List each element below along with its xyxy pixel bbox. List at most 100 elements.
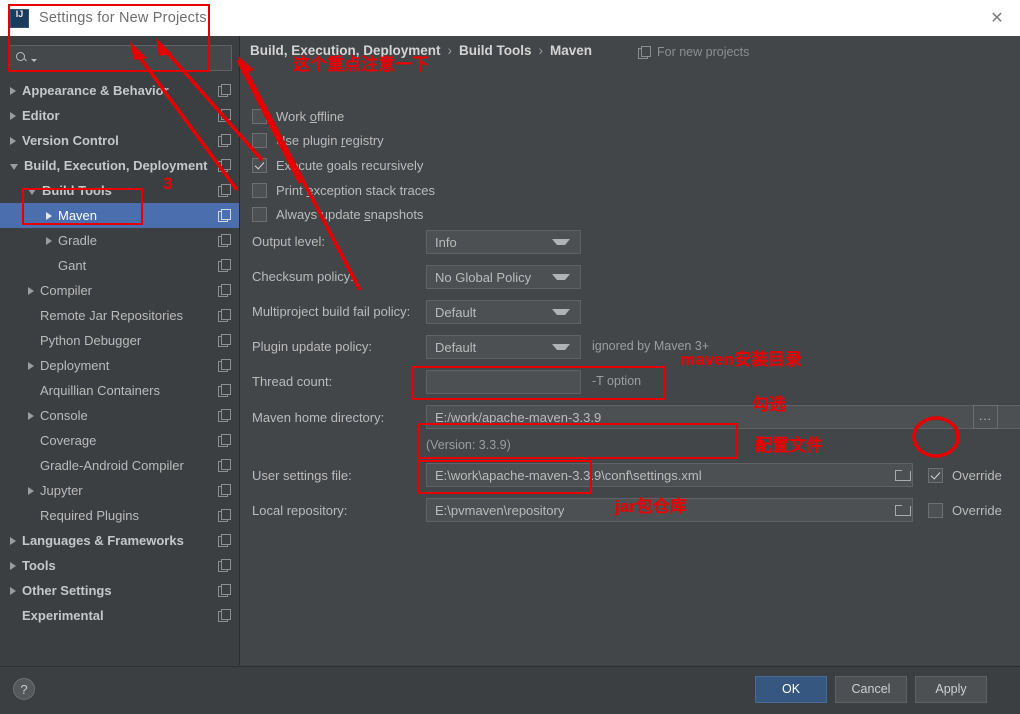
chevron-down-icon[interactable] xyxy=(28,189,36,195)
search-input[interactable] xyxy=(37,50,231,66)
chevron-right-icon[interactable] xyxy=(28,361,34,370)
checkbox-print-exception-stack-traces[interactable]: Print exception stack traces xyxy=(252,183,435,198)
sidebar-item-console[interactable]: Console xyxy=(0,403,239,428)
chevron-right-icon[interactable] xyxy=(10,86,16,95)
sidebar-item-jupyter[interactable]: Jupyter xyxy=(0,478,239,503)
sidebar-item-gradle[interactable]: Gradle xyxy=(0,228,239,253)
checkbox-execute-goals-recursively[interactable]: Execute goals recursively xyxy=(252,158,423,173)
copy-settings-icon[interactable] xyxy=(218,484,231,497)
copy-settings-icon[interactable] xyxy=(218,159,231,172)
breadcrumb-item-0[interactable]: Build, Execution, Deployment xyxy=(250,43,441,58)
chevron-right-icon[interactable] xyxy=(28,486,34,495)
sidebar-item-tools[interactable]: Tools xyxy=(0,553,239,578)
sidebar-item-experimental[interactable]: Experimental xyxy=(0,603,239,628)
copy-settings-icon[interactable] xyxy=(218,459,231,472)
input-thread-count[interactable] xyxy=(426,370,581,394)
sidebar-item-version-control[interactable]: Version Control xyxy=(0,128,239,153)
checkbox-work-offline[interactable]: Work offline xyxy=(252,109,344,124)
combo-multiproject-build-fail-policy[interactable]: Default xyxy=(426,300,581,324)
copy-settings-icon[interactable] xyxy=(218,534,231,547)
breadcrumb-item-1[interactable]: Build Tools xyxy=(459,43,532,58)
sidebar-item-arquillian-containers[interactable]: Arquillian Containers xyxy=(0,378,239,403)
chevron-right-icon[interactable] xyxy=(10,136,16,145)
chevron-right-icon[interactable] xyxy=(10,586,16,595)
sidebar-item-label: Maven xyxy=(58,208,98,223)
copy-settings-icon[interactable] xyxy=(218,134,231,147)
input-user-settings-file[interactable]: E:\work\apache-maven-3.3.9\conf\settings… xyxy=(426,463,913,487)
checkbox-override-local-repository[interactable]: Override xyxy=(928,503,1002,518)
copy-settings-icon[interactable] xyxy=(218,84,231,97)
apply-button[interactable]: Apply xyxy=(915,676,987,703)
checkbox-box[interactable] xyxy=(252,109,267,124)
ok-button[interactable]: OK xyxy=(755,676,827,703)
copy-settings-icon[interactable] xyxy=(218,109,231,122)
sidebar-item-build-tools[interactable]: Build Tools xyxy=(0,178,239,203)
sidebar-item-languages-frameworks[interactable]: Languages & Frameworks xyxy=(0,528,239,553)
copy-settings-icon[interactable] xyxy=(218,609,231,622)
checkbox-override-user-settings[interactable]: Override xyxy=(928,468,1002,483)
combo-value: E:/work/apache-maven-3.3.9 xyxy=(435,409,602,425)
sidebar-item-compiler[interactable]: Compiler xyxy=(0,278,239,303)
folder-icon[interactable] xyxy=(895,504,911,516)
chevron-down-icon xyxy=(552,274,570,280)
chevron-right-icon[interactable] xyxy=(10,536,16,545)
close-icon[interactable]: ✕ xyxy=(974,0,1020,36)
checkbox-use-plugin-registry[interactable]: Use plugin registry xyxy=(252,133,384,148)
copy-settings-icon[interactable] xyxy=(218,434,231,447)
sidebar-item-remote-jar-repositories[interactable]: Remote Jar Repositories xyxy=(0,303,239,328)
sidebar-item-build-execution-deployment[interactable]: Build, Execution, Deployment xyxy=(0,153,239,178)
checkbox-label: Work offline xyxy=(276,109,345,124)
copy-settings-icon[interactable] xyxy=(218,209,231,222)
copy-settings-icon[interactable] xyxy=(218,259,231,272)
copy-settings-icon[interactable] xyxy=(218,509,231,522)
copy-settings-icon[interactable] xyxy=(218,409,231,422)
sidebar-item-python-debugger[interactable]: Python Debugger xyxy=(0,328,239,353)
checkbox-box[interactable] xyxy=(252,133,267,148)
checkbox-box[interactable] xyxy=(252,158,267,173)
copy-settings-icon[interactable] xyxy=(218,184,231,197)
help-button[interactable]: ? xyxy=(13,678,35,700)
breadcrumb-item-2[interactable]: Maven xyxy=(550,43,592,58)
copy-settings-icon[interactable] xyxy=(218,234,231,247)
browse-maven-home-button[interactable]: ... xyxy=(973,405,998,429)
checkbox-box[interactable] xyxy=(928,503,943,518)
sidebar-item-maven[interactable]: Maven xyxy=(0,203,239,228)
sidebar-item-gradle-android-compiler[interactable]: Gradle-Android Compiler xyxy=(0,453,239,478)
chevron-down-icon[interactable] xyxy=(10,164,18,170)
copy-settings-icon[interactable] xyxy=(218,309,231,322)
chevron-right-icon[interactable] xyxy=(28,411,34,420)
folder-icon[interactable] xyxy=(895,469,911,481)
combo-output-level[interactable]: Info xyxy=(426,230,581,254)
sidebar-item-editor[interactable]: Editor xyxy=(0,103,239,128)
copy-settings-icon[interactable] xyxy=(218,559,231,572)
window-title: Settings for New Projects xyxy=(39,10,207,26)
cancel-button[interactable]: Cancel xyxy=(835,676,907,703)
chevron-right-icon[interactable] xyxy=(10,111,16,120)
sidebar-item-gant[interactable]: Gant xyxy=(0,253,239,278)
copy-settings-icon[interactable] xyxy=(218,359,231,372)
sidebar-item-coverage[interactable]: Coverage xyxy=(0,428,239,453)
checkbox-box[interactable] xyxy=(928,468,943,483)
sidebar-item-deployment[interactable]: Deployment xyxy=(0,353,239,378)
chevron-right-icon[interactable] xyxy=(10,561,16,570)
sidebar-item-appearance-behavior[interactable]: Appearance & Behavior xyxy=(0,78,239,103)
chevron-right-icon[interactable] xyxy=(28,286,34,295)
combo-checksum-policy[interactable]: No Global Policy xyxy=(426,265,581,289)
input-local-repository[interactable]: E:\pvmaven\repository xyxy=(426,498,913,522)
copy-settings-icon[interactable] xyxy=(218,284,231,297)
copy-settings-icon[interactable] xyxy=(218,384,231,397)
checkbox-box[interactable] xyxy=(252,183,267,198)
checkbox-box[interactable] xyxy=(252,207,267,222)
label-thread-count: Thread count: xyxy=(252,374,333,389)
checkbox-always-update-snapshots[interactable]: Always update snapshots xyxy=(252,207,423,222)
search-box[interactable] xyxy=(8,45,232,71)
copy-settings-icon[interactable] xyxy=(218,584,231,597)
chevron-right-icon[interactable] xyxy=(46,211,52,220)
copy-settings-icon[interactable] xyxy=(218,334,231,347)
combo-plugin-update-policy[interactable]: Default xyxy=(426,335,581,359)
chevron-right-icon[interactable] xyxy=(46,236,52,245)
for-new-projects-label: For new projects xyxy=(657,45,750,59)
combo-maven-home-directory[interactable]: E:/work/apache-maven-3.3.9 xyxy=(426,405,1020,429)
sidebar-item-required-plugins[interactable]: Required Plugins xyxy=(0,503,239,528)
sidebar-item-other-settings[interactable]: Other Settings xyxy=(0,578,239,603)
